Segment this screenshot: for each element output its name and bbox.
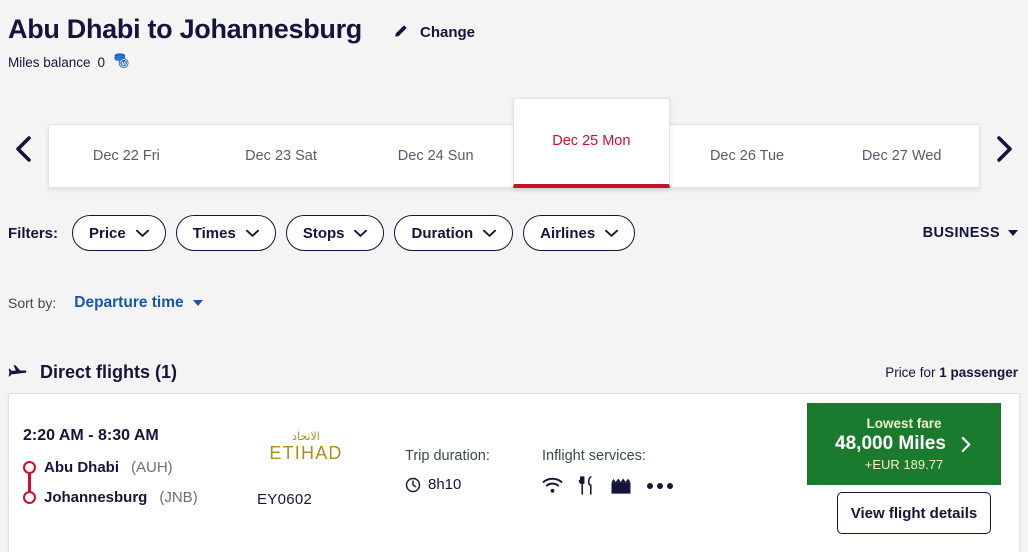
coins-icon: M	[112, 52, 131, 73]
next-dates-button[interactable]	[980, 134, 1028, 164]
filter-times-button[interactable]: Times	[175, 215, 276, 251]
services-column: Inflight services:	[542, 448, 673, 495]
fare-label: Lowest fare	[866, 416, 942, 431]
flight-result-card[interactable]: 2:20 AM - 8:30 AM Abu Dhabi (AUH) Johann…	[8, 393, 1020, 552]
filter-label: Stops	[302, 224, 345, 242]
date-tab-label: Dec 22 Fri	[92, 147, 160, 164]
chevron-right-icon	[997, 136, 1012, 162]
date-tab-dec-24[interactable]: Dec 24 Sun	[358, 125, 513, 187]
filter-stops-button[interactable]: Stops	[285, 215, 385, 251]
filter-label: Price	[89, 224, 126, 242]
filter-price-button[interactable]: Price	[72, 215, 166, 251]
date-tab-dec-27[interactable]: Dec 27 Wed	[824, 125, 979, 187]
fare-cash: +EUR 189.77	[864, 457, 944, 472]
etihad-logo-icon: الاتحاد ETIHAD	[257, 428, 397, 469]
caret-down-icon	[1008, 230, 1018, 236]
sort-bar: Sort by: Departure time	[8, 294, 203, 312]
flight-times: 2:20 AM - 8:30 AM	[23, 427, 159, 444]
select-fare-button[interactable]: Lowest fare 48,000 Miles +EUR 189.77	[807, 403, 1001, 485]
origin-code: (AUH)	[131, 458, 173, 476]
more-icon[interactable]	[647, 482, 673, 489]
chevron-down-icon	[354, 229, 368, 237]
filter-duration-button[interactable]: Duration	[394, 215, 514, 251]
wifi-icon	[542, 477, 563, 493]
sort-by-label: Sort by:	[8, 295, 57, 311]
cabin-class-label: BUSINESS	[922, 225, 1000, 241]
change-label: Change	[420, 24, 476, 42]
section-title: Direct flights (1)	[8, 362, 177, 383]
destination-dot-icon	[23, 490, 36, 504]
page-header: Abu Dhabi to Johannesburg Change Miles b…	[0, 0, 1028, 73]
chevron-right-icon	[961, 436, 971, 452]
filters-label: Filters:	[8, 224, 59, 242]
miles-balance: Miles balance 0 M	[8, 52, 1028, 73]
svg-text:ETIHAD: ETIHAD	[269, 443, 342, 463]
filters-bar: Filters: Price Times Stops Duration Airl…	[8, 215, 1018, 251]
page-title: Abu Dhabi to Johannesburg	[8, 14, 362, 44]
flight-search-page: Abu Dhabi to Johannesburg Change Miles b…	[0, 0, 1028, 552]
clock-icon	[405, 477, 421, 492]
date-tab-label: Dec 27 Wed	[861, 147, 942, 164]
price-note-strong: 1 passenger	[939, 365, 1018, 380]
entertainment-icon	[611, 478, 631, 494]
fare-miles-row: 48,000 Miles	[835, 433, 973, 455]
price-note-prefix: Price for	[885, 365, 940, 380]
sort-by-value: Departure time	[74, 294, 184, 311]
destination-city: Johannesburg	[44, 488, 148, 506]
cabin-class-selector[interactable]: BUSINESS	[923, 225, 1018, 241]
duration-label: Trip duration:	[405, 448, 490, 464]
price-note: Price for 1 passenger	[885, 365, 1018, 380]
date-tab-label: Dec 23 Sat	[245, 147, 317, 164]
prev-dates-button[interactable]	[0, 134, 48, 164]
chevron-down-icon	[605, 229, 619, 237]
filter-label: Times	[192, 224, 236, 242]
miles-balance-label: Miles balance	[8, 55, 91, 71]
svg-text:الاتحاد: الاتحاد	[292, 430, 320, 443]
svg-text:M: M	[122, 62, 126, 68]
filter-label: Duration	[411, 224, 474, 242]
section-title-text: Direct flights (1)	[40, 362, 178, 382]
destination-leg: Johannesburg (JNB)	[23, 482, 198, 512]
flight-number: EY0602	[257, 491, 313, 508]
chevron-down-icon	[135, 229, 149, 237]
origin-city: Abu Dhabi	[44, 458, 119, 476]
destination-code: (JNB)	[159, 488, 198, 506]
chevron-down-icon	[483, 229, 497, 237]
route-row: Abu Dhabi to Johannesburg Change	[8, 14, 1028, 45]
filter-label: Airlines	[540, 224, 596, 242]
date-tab-strip: Dec 22 Fri Dec 23 Sat Dec 24 Sun Dec 25 …	[48, 97, 980, 188]
change-search-button[interactable]: Change	[392, 15, 475, 44]
date-tab-dec-26[interactable]: Dec 26 Tue	[670, 125, 825, 187]
origin-leg: Abu Dhabi (AUH)	[23, 452, 198, 496]
date-tab-label: Dec 26 Tue	[709, 147, 785, 164]
caret-down-icon	[192, 300, 203, 306]
date-tab-label: Dec 25 Mon	[552, 133, 631, 149]
chevron-down-icon	[245, 229, 259, 237]
date-tab-dec-23[interactable]: Dec 23 Sat	[204, 125, 359, 187]
view-flight-details-button[interactable]: View flight details	[837, 492, 991, 534]
date-selector: Dec 22 Fri Dec 23 Sat Dec 24 Sun Dec 25 …	[0, 97, 1028, 194]
date-tab-dec-22[interactable]: Dec 22 Fri	[49, 125, 204, 187]
duration-value-row: 8h10	[405, 476, 490, 493]
date-tab-dec-25-selected[interactable]: Dec 25 Mon	[513, 97, 670, 188]
filter-airlines-button[interactable]: Airlines	[523, 215, 636, 251]
duration-column: Trip duration: 8h10	[405, 448, 490, 493]
pencil-icon	[392, 21, 411, 44]
flight-route: Abu Dhabi (AUH) Johannesburg (JNB)	[23, 452, 198, 512]
chevron-left-icon	[16, 136, 31, 162]
duration-value: 8h10	[428, 476, 462, 493]
meal-icon	[578, 476, 592, 495]
airplane-icon	[8, 364, 27, 377]
direct-flights-header: Direct flights (1) Price for 1 passenger	[8, 362, 1018, 383]
fare-miles: 48,000 Miles	[835, 433, 946, 454]
airline-column: الاتحاد ETIHAD EY0602	[257, 428, 397, 508]
sort-by-selector[interactable]: Departure time	[74, 294, 203, 312]
services-label: Inflight services:	[542, 448, 646, 464]
date-tab-label: Dec 24 Sun	[397, 147, 474, 164]
miles-balance-value: 0	[97, 55, 106, 71]
service-icon-list	[542, 476, 673, 495]
